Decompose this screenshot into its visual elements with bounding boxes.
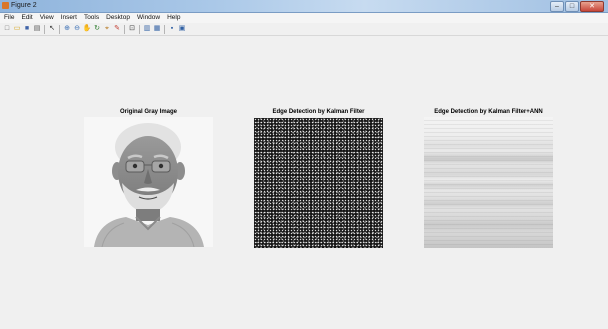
figure-window: Figure 2 – □ ✕ File Edit View Insert Too… (0, 0, 608, 329)
minimize-button[interactable]: – (550, 1, 564, 12)
toolbar-separator (44, 24, 45, 34)
figure-canvas[interactable]: Original Gray Image Edge Detection by Ka… (0, 37, 608, 329)
toolbar-separator (139, 24, 140, 34)
pan-icon[interactable]: ✋ (83, 25, 92, 33)
show-plot-tools-icon[interactable]: ▣ (178, 25, 186, 33)
figure-toolbar: □ ▭ ■ ▤ ↖ ⊕ ⊖ ✋ ↻ ⌖ ✎ ⊡ ▥ ▦ ▪ ▣ (0, 23, 608, 36)
portrait-photo (84, 117, 213, 247)
save-icon[interactable]: ■ (23, 25, 31, 33)
original-gray-image (84, 117, 213, 247)
brush-icon[interactable]: ✎ (113, 25, 121, 33)
panel-title-kalman-ann: Edge Detection by Kalman Filter+ANN (434, 109, 543, 115)
menu-bar: File Edit View Insert Tools Desktop Wind… (0, 13, 608, 23)
close-button[interactable]: ✕ (580, 1, 604, 12)
link-icon[interactable]: ⊡ (128, 25, 136, 33)
kalman-edge-image (254, 118, 383, 248)
rotate-icon[interactable]: ↻ (93, 25, 101, 33)
toolbar-separator (59, 24, 60, 34)
panel-title-kalman: Edge Detection by Kalman Filter (272, 109, 365, 115)
menu-file[interactable]: File (4, 13, 14, 23)
toolbar-separator (164, 24, 165, 34)
window-controls: – □ ✕ (550, 1, 604, 12)
new-figure-icon[interactable]: □ (3, 25, 11, 33)
pointer-icon[interactable]: ↖ (48, 25, 56, 33)
print-icon[interactable]: ▤ (33, 25, 41, 33)
menu-desktop[interactable]: Desktop (106, 13, 130, 23)
zoom-in-icon[interactable]: ⊕ (63, 25, 71, 33)
kalman-ann-edge-image (424, 117, 553, 248)
menu-view[interactable]: View (40, 13, 54, 23)
data-cursor-icon[interactable]: ⌖ (103, 25, 111, 33)
menu-help[interactable]: Help (167, 13, 180, 23)
panel-title-original: Original Gray Image (119, 109, 178, 115)
menu-window[interactable]: Window (137, 13, 160, 23)
open-file-icon[interactable]: ▭ (13, 25, 21, 33)
window-title: Figure 2 (11, 2, 37, 9)
colorbar-icon[interactable]: ▥ (143, 25, 151, 33)
zoom-out-icon[interactable]: ⊖ (73, 25, 81, 33)
ann-streak-texture (424, 117, 553, 248)
hide-plot-tools-icon[interactable]: ▪ (168, 25, 176, 33)
menu-tools[interactable]: Tools (84, 13, 99, 23)
title-bar[interactable]: Figure 2 – □ ✕ (0, 0, 608, 13)
maximize-button[interactable]: □ (565, 1, 579, 12)
toolbar-separator (124, 24, 125, 34)
legend-icon[interactable]: ▦ (153, 25, 161, 33)
menu-edit[interactable]: Edit (21, 13, 32, 23)
menu-insert[interactable]: Insert (61, 13, 77, 23)
matlab-figure-icon (2, 2, 9, 9)
